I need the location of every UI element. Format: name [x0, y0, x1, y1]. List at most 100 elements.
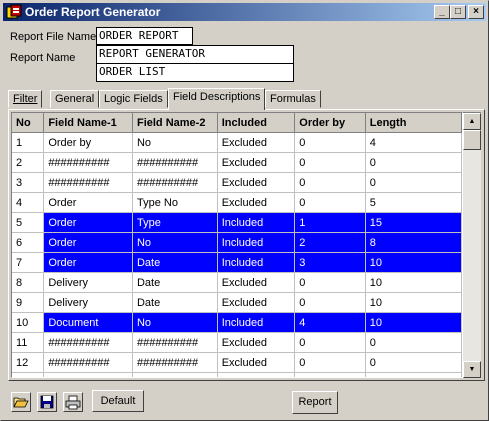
cell-inc[interactable]: Excluded — [217, 272, 296, 293]
report-button[interactable]: Report — [292, 391, 338, 414]
title-bar[interactable]: Order Report Generator _ □ × — [3, 3, 486, 21]
col-header-no[interactable]: No — [12, 113, 45, 133]
cell-f1[interactable]: Document — [43, 312, 133, 333]
cell-f1[interactable]: Order — [43, 212, 133, 233]
cell-ord[interactable]: 3 — [294, 252, 366, 273]
cell-no[interactable]: 8 — [12, 272, 45, 293]
cell-no[interactable]: 3 — [12, 172, 45, 193]
vertical-scrollbar[interactable]: ▲ ▼ — [463, 112, 481, 378]
cell-len[interactable]: 0 — [365, 332, 462, 353]
col-header-length[interactable]: Length — [365, 113, 462, 133]
cell-len[interactable]: 10 — [365, 292, 462, 313]
cell-inc[interactable]: Excluded — [217, 132, 296, 153]
col-header-field-name-2[interactable]: Field Name-2 — [132, 113, 218, 133]
cell-f1[interactable]: Order — [43, 252, 133, 273]
table-row[interactable]: 2 ########## ########## Excluded 0 0 — [12, 152, 462, 173]
cell-len[interactable]: 0 — [365, 352, 462, 373]
cell-ord[interactable]: 0 — [294, 352, 366, 373]
scroll-down-arrow-icon[interactable]: ▼ — [463, 361, 481, 378]
cell-f2[interactable]: Date — [132, 272, 218, 293]
table-row[interactable]: 10 Document No Included 4 10 — [12, 312, 462, 333]
cell-f2[interactable]: Date — [132, 252, 218, 273]
report-name-input-1[interactable]: REPORT GENERATOR — [96, 45, 294, 64]
cell-inc[interactable]: Included — [217, 212, 296, 233]
cell-len[interactable]: 15 — [365, 212, 462, 233]
cell-no[interactable]: 12 — [12, 352, 45, 373]
cell-f2[interactable]: Date — [132, 292, 218, 313]
tab-general[interactable]: General — [50, 90, 100, 108]
field-descriptions-grid[interactable]: No Field Name-1 Field Name-2 Included Or… — [11, 112, 463, 378]
cell-inc[interactable]: Excluded — [217, 352, 296, 373]
cell-len[interactable]: 4 — [365, 132, 462, 153]
cell-inc[interactable]: Excluded — [217, 172, 296, 193]
cell-len[interactable]: 8 — [365, 232, 462, 253]
cell-f1[interactable]: ########## — [43, 352, 133, 373]
cell-f1[interactable]: ########## — [43, 332, 133, 353]
cell-f2[interactable]: ########## — [132, 172, 218, 193]
cell-ord[interactable]: 0 — [294, 372, 366, 377]
tab-formulas[interactable]: Formulas — [265, 90, 321, 108]
cell-f2[interactable]: ########## — [132, 352, 218, 373]
cell-f2[interactable]: ########## — [132, 152, 218, 173]
cell-inc[interactable]: Excluded — [217, 152, 296, 173]
cell-no[interactable]: 1 — [12, 132, 45, 153]
cell-no[interactable]: 4 — [12, 192, 45, 213]
cell-len[interactable]: 0 — [365, 152, 462, 173]
table-row[interactable]: 8 Delivery Date Excluded 0 10 — [12, 272, 462, 293]
cell-inc[interactable]: Included — [217, 312, 296, 333]
table-row[interactable]: 13F. Exc.TypeExcluded05 — [12, 372, 462, 377]
table-row[interactable]: 3 ########## ########## Excluded 0 0 — [12, 172, 462, 193]
default-button[interactable]: Default — [92, 390, 144, 412]
close-button[interactable]: × — [468, 5, 484, 19]
cell-len[interactable]: 10 — [365, 272, 462, 293]
cell-inc[interactable]: Excluded — [217, 192, 296, 213]
col-header-order-by[interactable]: Order by — [294, 113, 366, 133]
report-file-name-input[interactable]: ORDER REPORT — [96, 27, 193, 45]
cell-ord[interactable]: 0 — [294, 152, 366, 173]
table-row[interactable]: 9 Delivery Date Excluded 0 10 — [12, 292, 462, 313]
table-row[interactable]: 1 Order by No Excluded 0 4 — [12, 132, 462, 153]
cell-f1[interactable]: F. Exc. — [43, 372, 133, 377]
cell-ord[interactable]: 0 — [294, 192, 366, 213]
table-row[interactable]: 4 Order Type No Excluded 0 5 — [12, 192, 462, 213]
cell-inc[interactable]: Excluded — [217, 332, 296, 353]
cell-ord[interactable]: 1 — [294, 212, 366, 233]
maximize-button[interactable]: □ — [450, 5, 466, 19]
scroll-thumb[interactable] — [463, 130, 481, 150]
cell-f1[interactable]: Order by — [43, 132, 133, 153]
cell-len[interactable]: 10 — [365, 312, 462, 333]
cell-no[interactable]: 7 — [12, 252, 45, 273]
cell-len[interactable]: 10 — [365, 252, 462, 273]
cell-len[interactable]: 0 — [365, 172, 462, 193]
table-row[interactable]: 5 Order Type Included 1 15 — [12, 212, 462, 233]
cell-f2[interactable]: Type No — [132, 192, 218, 213]
table-row[interactable]: 12 ########## ########## Excluded 0 0 — [12, 352, 462, 373]
col-header-field-name-1[interactable]: Field Name-1 — [43, 113, 133, 133]
cell-f2[interactable]: Type — [132, 212, 218, 233]
cell-no[interactable]: 5 — [12, 212, 45, 233]
cell-ord[interactable]: 4 — [294, 312, 366, 333]
cell-no[interactable]: 2 — [12, 152, 45, 173]
table-row[interactable]: 11 ########## ########## Excluded 0 0 — [12, 332, 462, 353]
cell-f2[interactable]: No — [132, 132, 218, 153]
print-button[interactable] — [63, 392, 83, 412]
cell-ord[interactable]: 0 — [294, 332, 366, 353]
cell-inc[interactable]: Excluded — [217, 372, 296, 377]
cell-no[interactable]: 6 — [12, 232, 45, 253]
cell-f1[interactable]: Delivery — [43, 272, 133, 293]
cell-no[interactable]: 9 — [12, 292, 45, 313]
table-row[interactable]: 7 Order Date Included 3 10 — [12, 252, 462, 273]
cell-no[interactable]: 13 — [12, 372, 45, 377]
cell-no[interactable]: 10 — [12, 312, 45, 333]
tab-field-descriptions[interactable]: Field Descriptions — [168, 88, 266, 110]
cell-ord[interactable]: 0 — [294, 292, 366, 313]
cell-ord[interactable]: 2 — [294, 232, 366, 253]
cell-f2[interactable]: No — [132, 232, 218, 253]
cell-len[interactable]: 5 — [365, 192, 462, 213]
cell-f1[interactable]: Delivery — [43, 292, 133, 313]
table-row[interactable]: 6 Order No Included 2 8 — [12, 232, 462, 253]
save-button[interactable] — [37, 392, 57, 412]
open-folder-button[interactable] — [11, 392, 31, 412]
report-name-input-2[interactable]: ORDER LIST — [96, 63, 294, 82]
scroll-up-arrow-icon[interactable]: ▲ — [463, 113, 481, 130]
